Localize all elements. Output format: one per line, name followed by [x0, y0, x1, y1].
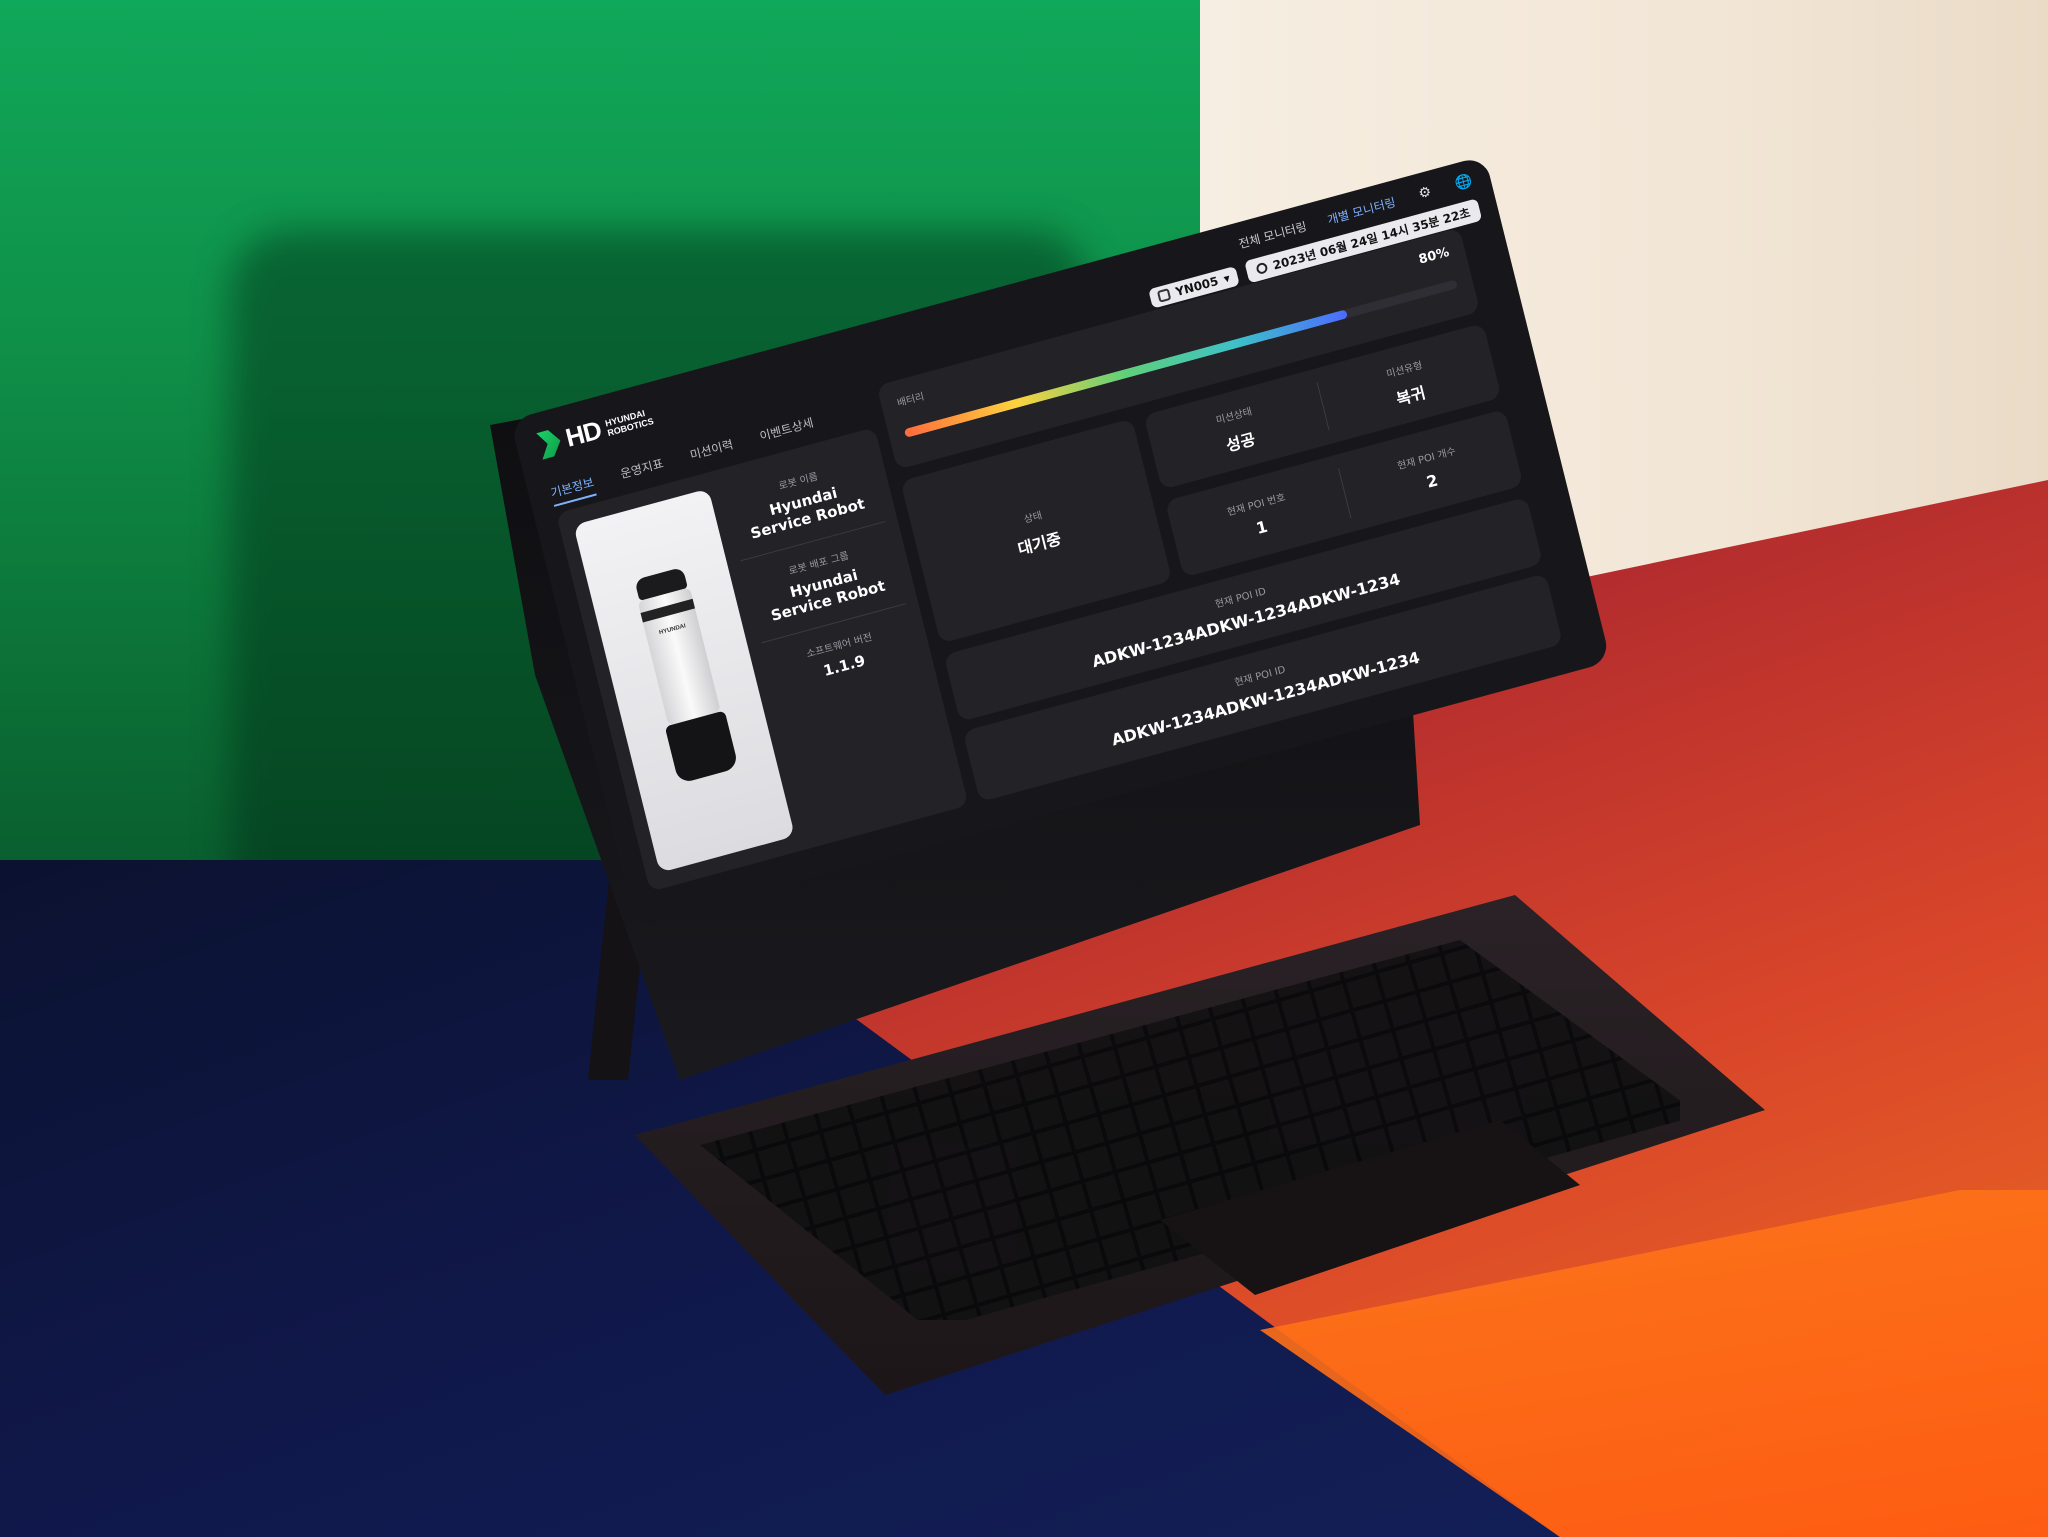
poi-number-label: 현재 POI 번호 [1226, 492, 1287, 519]
globe-icon[interactable]: 🌐 [1453, 172, 1475, 194]
status-label: 상태 [1022, 509, 1044, 526]
status-value: 대기중 [1015, 528, 1063, 559]
poi-number-value: 1 [1254, 516, 1270, 538]
gear-icon[interactable]: ⚙ [1414, 182, 1436, 204]
robot-illustration: HYUNDAI [629, 565, 741, 791]
robot-icon [1156, 287, 1172, 303]
battery-percent: 80% [1417, 245, 1451, 268]
logo-subtitle: HYUNDAI ROBOTICS [604, 406, 655, 438]
photo-scene: HD HYUNDAI ROBOTICS 전체 모니터링 개별 모니터링 ⚙ 🌐 … [0, 0, 2048, 1537]
logo-mark-icon [536, 427, 564, 460]
battery-label: 배터리 [896, 391, 926, 410]
logo-hd: HD [562, 414, 604, 453]
hd-robotics-logo[interactable]: HD HYUNDAI ROBOTICS [536, 401, 656, 461]
mission-type-value: 복귀 [1394, 382, 1428, 409]
clock-icon [1255, 261, 1269, 276]
chevron-down-icon: ▾ [1222, 270, 1232, 286]
poi-count-value: 2 [1424, 470, 1440, 492]
poi-count-label: 현재 POI 개수 [1396, 446, 1457, 473]
mission-type-label: 미션유형 [1385, 359, 1424, 380]
mission-state-label: 미션상태 [1215, 406, 1254, 427]
mission-state-value: 성공 [1224, 428, 1257, 455]
